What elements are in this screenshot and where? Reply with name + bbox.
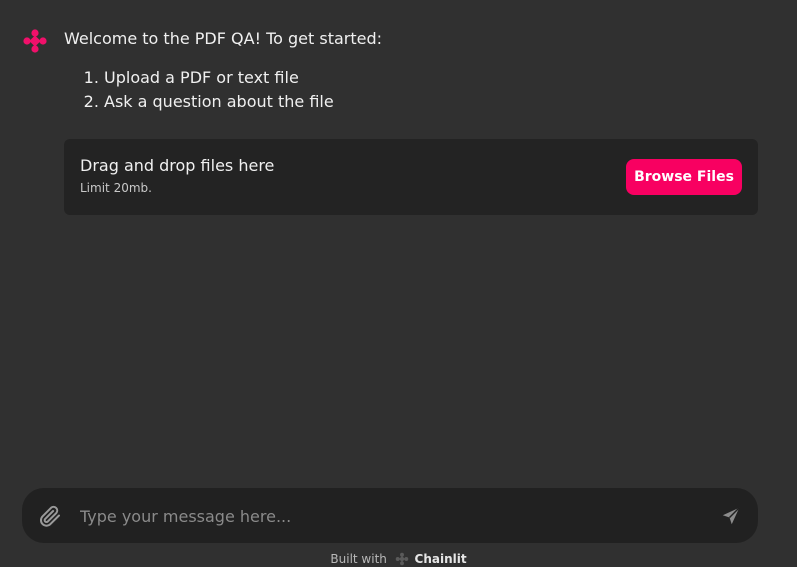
dropzone-title: Drag and drop files here <box>80 156 275 175</box>
file-dropzone[interactable]: Drag and drop files here Limit 20mb. Bro… <box>64 139 758 215</box>
message-body: Welcome to the PDF QA! To get started: U… <box>64 26 759 114</box>
chainlit-brand-link[interactable]: Chainlit <box>415 552 467 566</box>
step-item: Upload a PDF or text file <box>104 66 759 90</box>
footer: Built with Chainlit <box>0 551 797 567</box>
message-title: Welcome to the PDF QA! To get started: <box>64 29 383 48</box>
steps-list: Upload a PDF or text file Ask a question… <box>64 66 759 114</box>
chainlit-logo-icon <box>23 29 47 53</box>
chainlit-footer-logo-icon <box>395 552 408 566</box>
step-item: Ask a question about the file <box>104 90 759 114</box>
dropzone-limit: Limit 20mb. <box>80 181 152 195</box>
paperclip-icon[interactable] <box>38 504 62 528</box>
built-with-text: Built with <box>330 552 387 566</box>
send-icon[interactable] <box>720 505 742 527</box>
message-composer <box>22 488 758 543</box>
browse-files-button[interactable]: Browse Files <box>626 159 742 195</box>
chat-app: Welcome to the PDF QA! To get started: U… <box>0 0 797 567</box>
message-input[interactable] <box>78 500 682 533</box>
